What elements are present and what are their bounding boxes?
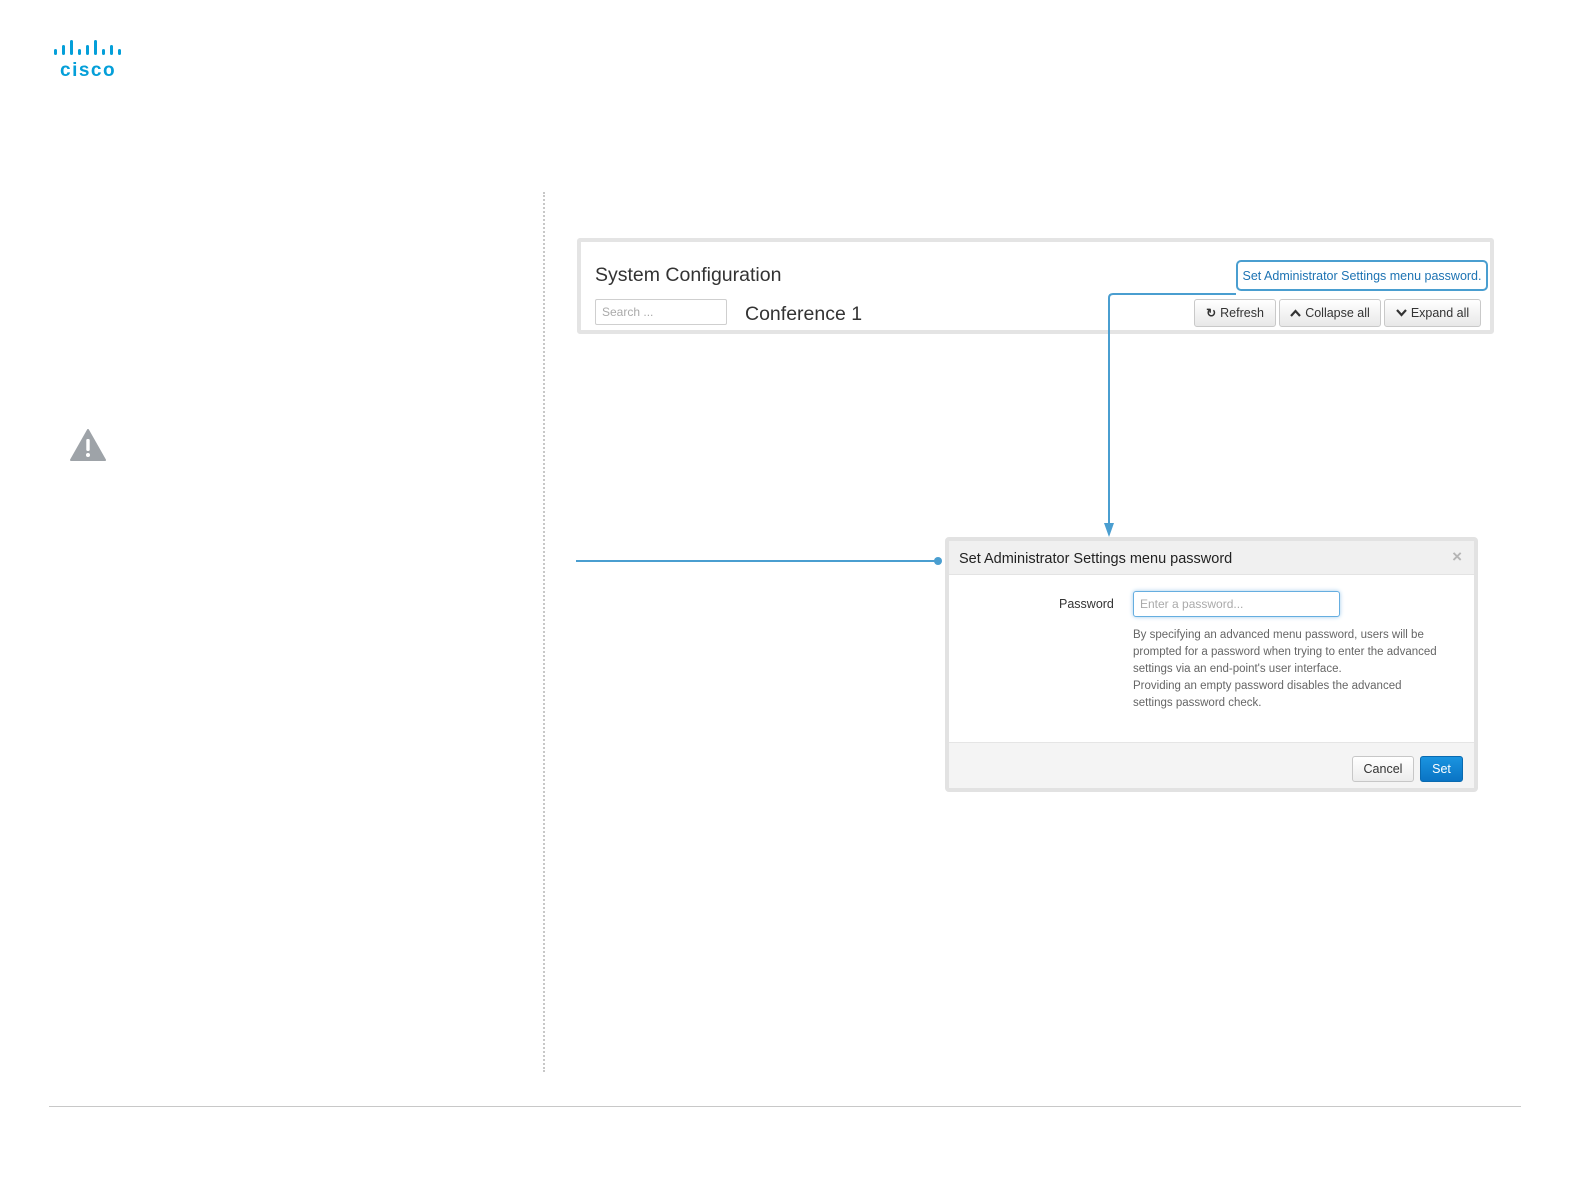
system-configuration-panel: System Configuration Conference 1 Set Ad… [577,238,1494,334]
collapse-all-button[interactable]: Collapse all [1279,299,1381,327]
cisco-bars-icon [54,40,121,55]
column-divider [543,192,545,1072]
close-icon[interactable]: × [1452,547,1462,567]
set-admin-password-dialog: Set Administrator Settings menu password… [945,537,1478,792]
dialog-footer: Cancel Set [949,742,1474,788]
cancel-button[interactable]: Cancel [1352,756,1414,782]
cisco-logo: cisco [54,40,128,82]
help-line: Providing an empty password disables the… [1133,680,1402,692]
chevron-down-icon [1395,309,1407,317]
search-input[interactable] [595,299,727,325]
chevron-up-icon [1290,309,1302,317]
help-line: settings password check. [1133,697,1262,709]
expand-all-button[interactable]: Expand all [1384,299,1481,327]
password-help-text: By specifying an advanced menu password,… [1133,627,1463,712]
password-input[interactable] [1133,591,1340,617]
set-admin-password-link[interactable]: Set Administrator Settings menu password… [1236,260,1488,291]
dialog-title: Set Administrator Settings menu password [959,551,1233,567]
cisco-logo-text: cisco [60,60,117,81]
warning-triangle-icon [70,429,106,461]
footer-divider [49,1106,1521,1107]
help-line: settings via an end-point's user interfa… [1133,663,1342,675]
callout-arrow [1104,293,1236,537]
password-label: Password [1059,597,1114,611]
help-line: prompted for a password when trying to e… [1133,646,1437,658]
help-line: By specifying an advanced menu password,… [1133,629,1424,641]
section-title: Conference 1 [745,303,863,325]
callout-pointer-line [576,557,942,565]
page-title: System Configuration [595,264,782,286]
collapse-all-label: Collapse all [1305,306,1370,320]
dialog-header: Set Administrator Settings menu password… [949,541,1474,575]
expand-all-label: Expand all [1410,306,1470,320]
set-button[interactable]: Set [1420,756,1463,782]
